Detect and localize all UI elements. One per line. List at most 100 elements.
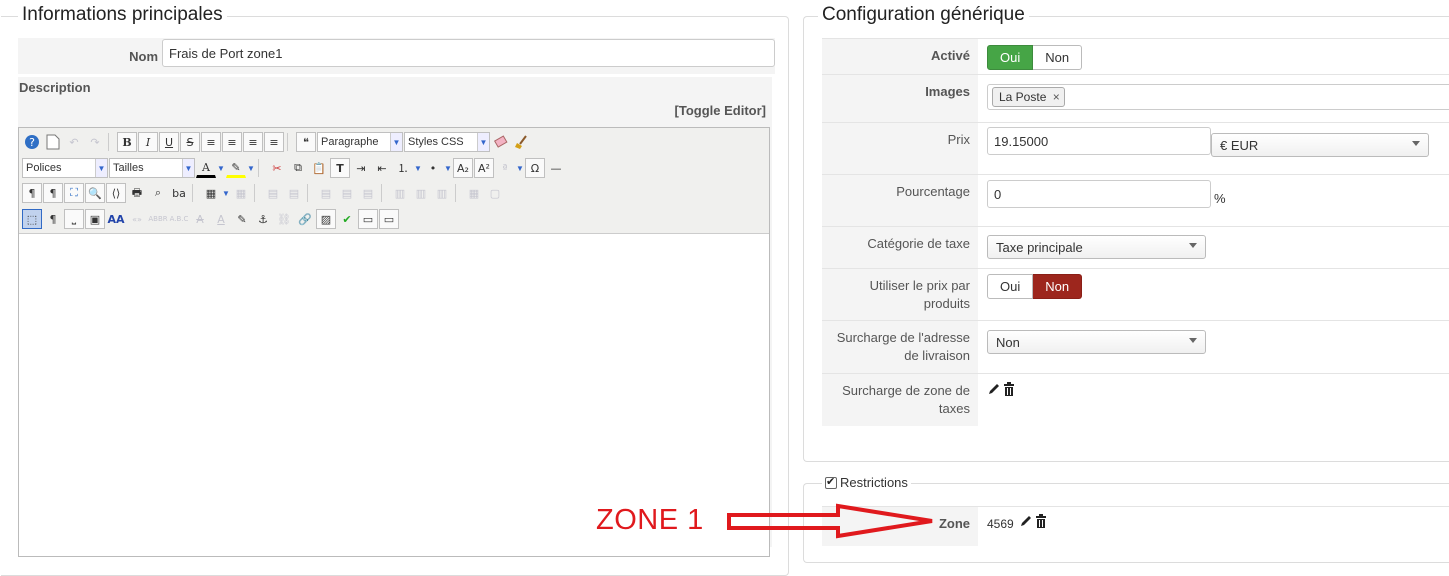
spellcheck-icon[interactable]: ✔ — [337, 209, 357, 229]
image-icon[interactable]: ▨ — [316, 209, 336, 229]
col-before-icon[interactable]: ▥ — [390, 183, 410, 203]
acronym-icon[interactable]: A.B.C — [169, 209, 189, 229]
undo-icon[interactable]: ↶ — [64, 132, 84, 152]
active-yes-button[interactable]: Oui — [987, 45, 1034, 70]
visual-chars-icon[interactable]: ¶ — [43, 209, 63, 229]
preview-icon[interactable]: 🔍 — [85, 183, 105, 203]
copy-icon[interactable]: ⧉ — [288, 158, 308, 178]
toggle-editor-link[interactable]: [Toggle Editor] — [675, 103, 766, 118]
underline-icon[interactable]: U — [159, 132, 179, 152]
chevron-down-icon[interactable]: ▼ — [414, 164, 422, 173]
cut-icon[interactable]: ✂ — [267, 158, 287, 178]
page-break-icon[interactable]: ▭ — [358, 209, 378, 229]
use-product-price-no-button[interactable]: Non — [1033, 274, 1083, 299]
blockquote-icon[interactable]: ❝ — [296, 132, 316, 152]
text-color-icon[interactable]: A — [196, 158, 216, 178]
eraser-icon[interactable] — [491, 132, 511, 152]
omega-icon[interactable]: Ω — [525, 158, 545, 178]
percent-unit: % — [1214, 191, 1226, 206]
split-cells-icon[interactable]: ▦ — [464, 183, 484, 203]
superscript-icon[interactable]: A² — [474, 158, 494, 178]
ins-icon[interactable]: A — [211, 209, 231, 229]
chevron-down-icon[interactable]: ▼ — [516, 164, 524, 173]
fonts-select[interactable]: Polices ▼ — [22, 158, 108, 178]
align-right-icon[interactable]: ≡ — [264, 132, 284, 152]
currency-select[interactable]: € EUR — [1211, 133, 1429, 157]
source-code-icon[interactable]: ⟨⟩ — [106, 183, 126, 203]
images-select[interactable]: La Poste × — [987, 84, 1449, 110]
row-after-icon[interactable]: ▤ — [337, 183, 357, 203]
visual-aid-icon[interactable]: ⬚ — [22, 209, 42, 229]
help-icon[interactable]: ? — [22, 132, 42, 152]
abbr-icon[interactable]: ABBR — [148, 209, 168, 229]
paste-text-icon[interactable]: T — [330, 158, 350, 178]
bullet-list-icon[interactable]: • — [423, 158, 443, 178]
price-input[interactable] — [987, 127, 1211, 155]
print-icon[interactable]: 🖶 — [127, 183, 147, 203]
pencil-icon[interactable] — [1019, 514, 1033, 531]
tax-category-select[interactable]: Taxe principale — [987, 235, 1206, 259]
col-after-icon[interactable]: ▥ — [411, 183, 431, 203]
trash-icon[interactable] — [1003, 382, 1015, 399]
attributes-icon[interactable]: ✎ — [232, 209, 252, 229]
address-override-select[interactable]: Non — [987, 330, 1206, 354]
replace-icon[interactable]: ba — [169, 183, 189, 203]
row-before-icon[interactable]: ▤ — [316, 183, 336, 203]
italic-icon[interactable]: I — [138, 132, 158, 152]
cite-icon[interactable]: «» — [127, 209, 147, 229]
chevron-down-icon[interactable]: ▼ — [444, 164, 452, 173]
tax-zone-override-row: Surcharge de zone de taxes — [822, 373, 1449, 426]
chevron-down-icon[interactable]: ▼ — [217, 164, 225, 173]
link-icon[interactable]: 🔗 — [295, 209, 315, 229]
pencil-icon[interactable] — [987, 382, 1001, 399]
trash-icon[interactable] — [1035, 514, 1047, 531]
delete-table-icon[interactable]: ▦ — [231, 183, 251, 203]
name-input[interactable] — [162, 39, 775, 67]
active-no-button[interactable]: Non — [1033, 45, 1083, 70]
bold-icon[interactable]: B — [117, 132, 137, 152]
horizontal-rule-icon[interactable]: — — [546, 158, 566, 178]
rtl-icon[interactable]: ¶ — [43, 183, 63, 203]
cell-props-icon[interactable]: ▤ — [284, 183, 304, 203]
media-icon[interactable]: ▭ — [379, 209, 399, 229]
outdent-icon[interactable]: ⇤ — [372, 158, 392, 178]
template-icon[interactable]: ▣ — [85, 209, 105, 229]
del-icon[interactable]: A — [190, 209, 210, 229]
restrictions-checkbox[interactable] — [825, 475, 837, 489]
paste-icon[interactable]: 📋 — [309, 158, 329, 178]
styles-icon[interactable]: AA — [106, 209, 126, 229]
numbered-list-icon[interactable]: ⒈ — [393, 158, 413, 178]
description-label: Description — [19, 80, 91, 95]
close-icon[interactable]: × — [1053, 90, 1060, 104]
special-char-icon[interactable]: ª — [495, 158, 515, 178]
find-icon[interactable]: ⌕ — [148, 183, 168, 203]
delete-col-icon[interactable]: ▥ — [432, 183, 452, 203]
broom-icon[interactable] — [512, 132, 532, 152]
anchor-icon[interactable]: ⚓ — [253, 209, 273, 229]
row-props-icon[interactable]: ▤ — [263, 183, 283, 203]
styles-select[interactable]: Styles CSS ▼ — [404, 132, 490, 152]
ltr-icon[interactable]: ¶ — [22, 183, 42, 203]
unlink-icon[interactable]: ⛓ — [274, 209, 294, 229]
sizes-select[interactable]: Tailles ▼ — [109, 158, 195, 178]
use-product-price-yes-button[interactable]: Oui — [987, 274, 1034, 299]
redo-icon[interactable]: ↷ — [85, 132, 105, 152]
chevron-down-icon[interactable]: ▼ — [247, 164, 255, 173]
chevron-down-icon[interactable]: ▼ — [222, 189, 230, 198]
merge-cells-icon[interactable]: ▢ — [485, 183, 505, 203]
delete-row-icon[interactable]: ▤ — [358, 183, 378, 203]
fullscreen-icon[interactable]: ⛶ — [64, 183, 84, 203]
indent-icon[interactable]: ⇥ — [351, 158, 371, 178]
non-break-icon[interactable]: ⎵ — [64, 209, 84, 229]
format-select[interactable]: Paragraphe ▼ — [317, 132, 403, 152]
table-icon[interactable]: ▦ — [201, 183, 221, 203]
highlight-color-icon[interactable]: ✎ — [226, 158, 246, 178]
align-justify-icon[interactable]: ≡ — [201, 132, 221, 152]
align-center-icon[interactable]: ≡ — [222, 132, 242, 152]
percentage-input[interactable] — [987, 180, 1211, 208]
subscript-icon[interactable]: A₂ — [453, 158, 473, 178]
align-left-icon[interactable]: ≡ — [243, 132, 263, 152]
strikethrough-icon[interactable]: S — [180, 132, 200, 152]
restrictions-legend: Restrictions — [822, 475, 911, 490]
new-document-icon[interactable] — [43, 132, 63, 152]
